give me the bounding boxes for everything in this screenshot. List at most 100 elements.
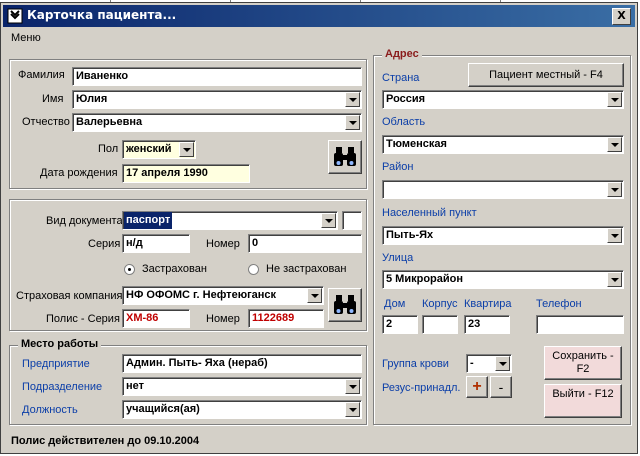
surname-label: Фамилия xyxy=(18,69,65,81)
local-patient-button[interactable]: Пациент местный - F4 xyxy=(468,63,624,87)
patronymic-label: Отчество xyxy=(22,116,70,128)
doc-extra-field[interactable] xyxy=(342,211,362,230)
name-select[interactable]: Юлия xyxy=(72,90,362,109)
chevron-down-icon[interactable] xyxy=(345,115,360,130)
search-person-button[interactable] xyxy=(328,140,362,174)
chevron-down-icon[interactable] xyxy=(345,379,360,394)
region-value: Тюменская xyxy=(386,138,447,150)
patronymic-value: Валерьевна xyxy=(76,116,143,128)
window-title: Карточка пациента... xyxy=(27,8,177,22)
series-input[interactable]: н/д xyxy=(122,234,190,253)
phone-label: Телефон xyxy=(536,298,582,310)
menu-item[interactable]: Меню xyxy=(11,32,41,44)
chevron-down-icon[interactable] xyxy=(321,213,336,228)
menu-bar: Меню xyxy=(3,29,635,47)
enterprise-input[interactable]: Админ. Пыть- Яха (нераб) xyxy=(122,354,362,373)
street-value: 5 Микрорайон xyxy=(386,273,464,285)
position-value: учащийся(ая) xyxy=(126,403,200,415)
address-panel: Адрес Пациент местный - F4 Страна Россия… xyxy=(373,48,631,425)
doc-type-value: паспорт xyxy=(124,212,173,229)
department-select[interactable]: нет xyxy=(122,377,362,396)
sex-value: женский xyxy=(126,143,172,155)
exit-button[interactable]: Выйти - F12 xyxy=(544,384,622,418)
blood-group-value: - xyxy=(470,357,474,369)
policy-number-input[interactable]: 1122689 xyxy=(248,309,324,328)
number-label: Номер xyxy=(206,238,240,250)
country-value: Россия xyxy=(386,93,426,105)
policy-series-input[interactable]: ХМ-86 xyxy=(122,309,190,328)
chevron-down-icon[interactable] xyxy=(607,182,622,197)
insured-radio[interactable] xyxy=(124,264,135,275)
blood-group-label: Группа крови xyxy=(382,358,449,370)
status-text: Полис действителен до 09.10.2004 xyxy=(11,435,200,447)
department-label: Подразделение xyxy=(22,381,103,393)
insurer-select[interactable]: НФ ОФОМС г. Нефтеюганск xyxy=(122,286,324,305)
house-input[interactable]: 2 xyxy=(382,315,418,334)
insured-label: Застрахован xyxy=(142,263,207,275)
district-label: Район xyxy=(382,161,414,173)
sex-label: Пол xyxy=(98,143,119,155)
title-bar[interactable]: Карточка пациента... X xyxy=(3,5,635,27)
app-icon xyxy=(7,8,23,24)
save-button[interactable]: Сохранить - F2 xyxy=(544,346,622,380)
name-value: Юлия xyxy=(76,93,108,105)
chevron-down-icon[interactable] xyxy=(607,137,622,152)
dob-label: Дата рождения xyxy=(40,167,118,179)
street-select[interactable]: 5 Микрорайон xyxy=(382,270,624,289)
locality-value: Пыть-Ях xyxy=(386,229,434,241)
address-legend: Адрес xyxy=(382,48,422,60)
region-select[interactable]: Тюменская xyxy=(382,135,624,154)
insurer-label: Страховая компания xyxy=(16,290,123,302)
position-label: Должность xyxy=(22,404,78,416)
rh-plus-button[interactable]: + xyxy=(466,376,488,398)
street-label: Улица xyxy=(382,252,414,264)
doc-type-select[interactable]: паспорт xyxy=(122,211,338,230)
dob-input[interactable]: 17 апреля 1990 xyxy=(122,164,250,183)
personal-data-panel: Фамилия Иваненко Имя Юлия Отчество Валер… xyxy=(9,59,367,189)
flat-input[interactable]: 23 xyxy=(464,315,510,334)
chevron-down-icon[interactable] xyxy=(345,92,360,107)
district-select[interactable] xyxy=(382,180,624,199)
position-select[interactable]: учащийся(ая) xyxy=(122,400,362,419)
blood-group-select[interactable]: - xyxy=(466,354,512,373)
doc-type-label: Вид документа xyxy=(46,215,123,227)
chevron-down-icon[interactable] xyxy=(307,288,322,303)
name-label: Имя xyxy=(42,93,64,105)
country-select[interactable]: Россия xyxy=(382,90,624,109)
building-input[interactable] xyxy=(422,315,458,334)
series-label: Серия xyxy=(88,238,121,250)
locality-label: Населенный пункт xyxy=(382,207,477,219)
close-button[interactable]: X xyxy=(612,8,631,25)
search-insurer-button[interactable] xyxy=(328,288,362,322)
work-legend: Место работы xyxy=(18,338,102,350)
country-label: Страна xyxy=(382,72,420,84)
enterprise-label: Предприятие xyxy=(22,358,90,370)
house-label: Дом xyxy=(384,298,406,310)
chevron-down-icon[interactable] xyxy=(607,272,622,287)
policy-series-label: Полис - Серия xyxy=(46,313,120,325)
building-label: Корпус xyxy=(422,298,458,310)
chevron-down-icon[interactable] xyxy=(345,402,360,417)
number-input[interactable]: 0 xyxy=(248,234,362,253)
phone-input[interactable] xyxy=(536,315,624,334)
chevron-down-icon[interactable] xyxy=(607,228,622,243)
insurer-value: НФ ОФОМС г. Нефтеюганск xyxy=(126,289,277,301)
rh-minus-button[interactable]: - xyxy=(490,376,512,398)
binoculars-icon xyxy=(334,295,356,314)
patient-card-window: Карточка пациента... X Меню Фамилия Иван… xyxy=(0,2,638,454)
region-label: Область xyxy=(382,116,426,128)
not-insured-label: Не застрахован xyxy=(266,263,347,275)
chevron-down-icon[interactable] xyxy=(495,356,510,371)
chevron-down-icon[interactable] xyxy=(607,92,622,107)
department-value: нет xyxy=(126,380,145,392)
chevron-down-icon[interactable] xyxy=(179,142,194,157)
flat-label: Квартира xyxy=(464,298,512,310)
surname-input[interactable]: Иваненко xyxy=(72,67,362,86)
rh-label: Резус-принадл. xyxy=(382,382,461,394)
not-insured-radio[interactable] xyxy=(248,264,259,275)
patronymic-select[interactable]: Валерьевна xyxy=(72,113,362,132)
work-panel: Место работы Предприятие Админ. Пыть- Ях… xyxy=(9,338,367,425)
binoculars-icon xyxy=(334,147,356,166)
locality-select[interactable]: Пыть-Ях xyxy=(382,226,624,245)
sex-select[interactable]: женский xyxy=(122,140,196,159)
